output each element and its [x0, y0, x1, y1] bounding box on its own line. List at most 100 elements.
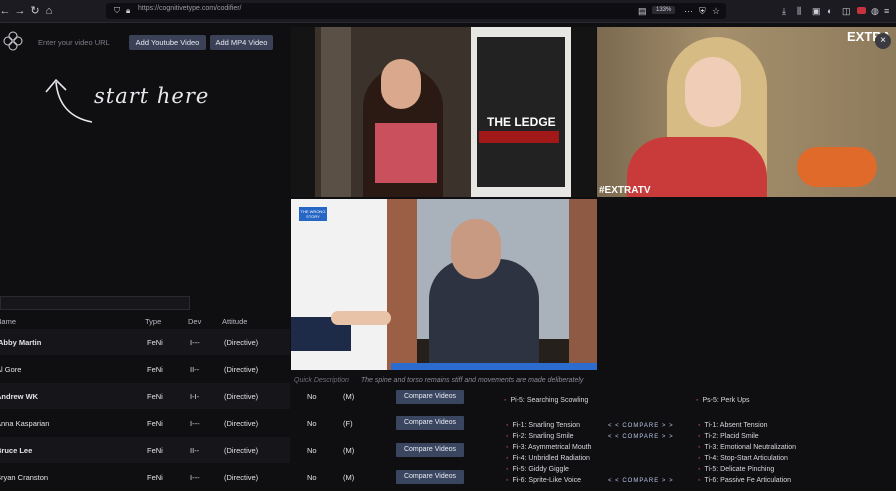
compare-videos-button[interactable]: Compare Videos: [396, 416, 464, 430]
compare-videos-button[interactable]: Compare Videos: [396, 443, 464, 457]
trait-item[interactable]: ▪ Ti-5: Delicate Pinching: [698, 466, 774, 473]
row-attitude: (Directive): [224, 473, 259, 482]
trait-item[interactable]: ▪ Fi-4: Unbridled Radiation: [506, 455, 590, 462]
trait-item[interactable]: ▪ Ps-5: Perk Ups: [696, 397, 750, 404]
trait-item[interactable]: ▪ Ti-2: Placid Smile: [698, 433, 759, 440]
trait-item[interactable]: ▪ Fi-3: Asymmetrical Mouth: [506, 444, 591, 451]
page-actions-icon[interactable]: ···: [684, 4, 693, 18]
quick-description: Quick Description The spine and torso rem…: [294, 377, 583, 384]
row-name: Abby Martin: [0, 338, 42, 347]
compare-link[interactable]: < < COMPARE > >: [608, 434, 674, 440]
traits-panel: [490, 391, 896, 491]
table-row[interactable]: Al Gore FeNi II-- (Directive): [0, 356, 290, 382]
lock-icon: 🔒︎: [126, 6, 131, 15]
back-icon[interactable]: ←: [0, 3, 12, 19]
row-extra-gender: (M): [343, 446, 355, 455]
trait-item[interactable]: ▪ Fi-5: Giddy Giggle: [506, 466, 569, 473]
row-extra-gender: (F): [343, 419, 353, 428]
col-header-name[interactable]: Name: [0, 317, 16, 326]
arrow-up-icon: [45, 78, 93, 123]
download-icon[interactable]: ⤓: [782, 4, 786, 18]
video-url-input[interactable]: [30, 35, 138, 50]
trait-item[interactable]: ▪ Fi-2: Snarling Smile: [506, 433, 574, 440]
row-dev: I---: [190, 338, 200, 347]
row-extra-gender: (M): [343, 392, 355, 401]
table-row[interactable]: Abby Martin FeNi I--- (Directive): [0, 329, 290, 355]
sidebar-icon[interactable]: ▣: [812, 4, 821, 18]
trait-item[interactable]: ▪ Fi-6: Sprite-Like Voice: [506, 477, 581, 484]
add-mp4-button[interactable]: Add MP4 Video: [210, 35, 273, 50]
video-badge: THE WRONG STORY: [299, 207, 327, 221]
row-extra-flag: No: [307, 473, 317, 482]
row-dev: I---: [190, 473, 200, 482]
menu-icon[interactable]: ≡: [884, 4, 889, 18]
video-player-1[interactable]: THE LEDGE: [291, 27, 596, 197]
table-row[interactable]: Bruce Lee FeNi II-- (Directive): [0, 437, 290, 463]
add-youtube-button[interactable]: Add Youtube Video: [129, 35, 206, 50]
reader-view-icon[interactable]: ▤: [638, 4, 647, 18]
reload-icon[interactable]: ↻: [28, 3, 42, 19]
table-filter-input[interactable]: [0, 296, 190, 310]
row-dev: I---: [190, 419, 200, 428]
extension-icon[interactable]: [857, 7, 866, 14]
pocket-icon[interactable]: ⛨: [699, 4, 706, 18]
poster-title: THE LEDGE: [487, 115, 556, 129]
shield-icon[interactable]: ⛉: [114, 4, 120, 18]
extension-icon[interactable]: ◍: [871, 4, 879, 18]
row-type: FeNi: [147, 338, 163, 347]
table-row[interactable]: Bryan Cranston FeNi I--- (Directive): [0, 464, 290, 490]
row-extra-flag: No: [307, 446, 317, 455]
row-name: Al Gore: [0, 365, 22, 374]
table-row[interactable]: Anna Kasparian FeNi I--- (Directive): [0, 410, 290, 436]
row-type: FeNi: [147, 446, 163, 455]
row-type: FeNi: [147, 473, 163, 482]
compare-link[interactable]: < < COMPARE > >: [608, 423, 674, 429]
video-hashtag: #EXTRATV: [599, 185, 651, 196]
compare-link[interactable]: < < COMPARE > >: [608, 478, 674, 484]
col-header-type[interactable]: Type: [145, 317, 161, 326]
logo-icon[interactable]: [2, 30, 24, 52]
compare-videos-button[interactable]: Compare Videos: [396, 470, 464, 484]
compare-videos-button[interactable]: Compare Videos: [396, 390, 464, 404]
trait-item[interactable]: ▪ Fi-1: Snarling Tension: [506, 422, 580, 429]
trait-item[interactable]: ▪ Ti-3: Emotional Neutralization: [698, 444, 796, 451]
row-type: FeNi: [147, 419, 163, 428]
close-icon[interactable]: ×: [875, 33, 891, 49]
video-player-2[interactable]: EXTRA × #EXTRATV: [597, 27, 896, 197]
row-name: Bruce Lee: [0, 446, 33, 455]
trait-item[interactable]: ▪ Ti-6: Passive Fe Articulation: [698, 477, 791, 484]
row-type: FeNi: [147, 392, 163, 401]
quick-description-label: Quick Description: [294, 377, 349, 384]
row-dev: I-I-: [190, 392, 200, 401]
row-attitude: (Directive): [224, 365, 259, 374]
trait-item[interactable]: ▪ Ti-1: Absent Tension: [698, 422, 768, 429]
row-extra-flag: No: [307, 419, 317, 428]
library-icon[interactable]: ⫼: [797, 4, 801, 18]
row-attitude: (Directive): [224, 338, 259, 347]
row-extra-flag: No: [307, 392, 317, 401]
extension-icon[interactable]: ◐: [827, 4, 832, 18]
row-attitude: (Directive): [224, 419, 259, 428]
trait-item[interactable]: ▪ Pi-5: Searching Scowling: [504, 397, 588, 404]
address-bar-url: https://cognitivetype.com/codifier/: [138, 5, 242, 12]
col-header-attitude[interactable]: Attitude: [222, 317, 247, 326]
quick-description-text: The spine and torso remains stiff and mo…: [360, 377, 584, 384]
row-dev: II--: [190, 446, 200, 455]
row-name: Andrew WK: [0, 392, 39, 401]
row-name: Anna Kasparian: [0, 419, 50, 428]
home-icon[interactable]: ⌂: [42, 3, 56, 19]
col-header-dev[interactable]: Dev: [188, 317, 201, 326]
row-extra-gender: (M): [343, 473, 355, 482]
table-row[interactable]: Andrew WK FeNi I-I- (Directive): [0, 383, 290, 409]
trait-item[interactable]: ▪ Ti-4: Stop-Start Articulation: [698, 455, 788, 462]
row-name: Bryan Cranston: [0, 473, 49, 482]
row-attitude: (Directive): [224, 446, 259, 455]
zoom-level[interactable]: 133%: [652, 6, 676, 14]
video-player-3[interactable]: THE WRONG STORY: [291, 199, 597, 370]
forward-icon[interactable]: →: [13, 3, 27, 19]
row-type: FeNi: [147, 365, 163, 374]
bookmark-star-icon[interactable]: ☆: [712, 4, 720, 18]
extension-icon[interactable]: ◫: [842, 4, 851, 18]
row-dev: II--: [190, 365, 200, 374]
start-here-hint: start here: [94, 84, 210, 108]
